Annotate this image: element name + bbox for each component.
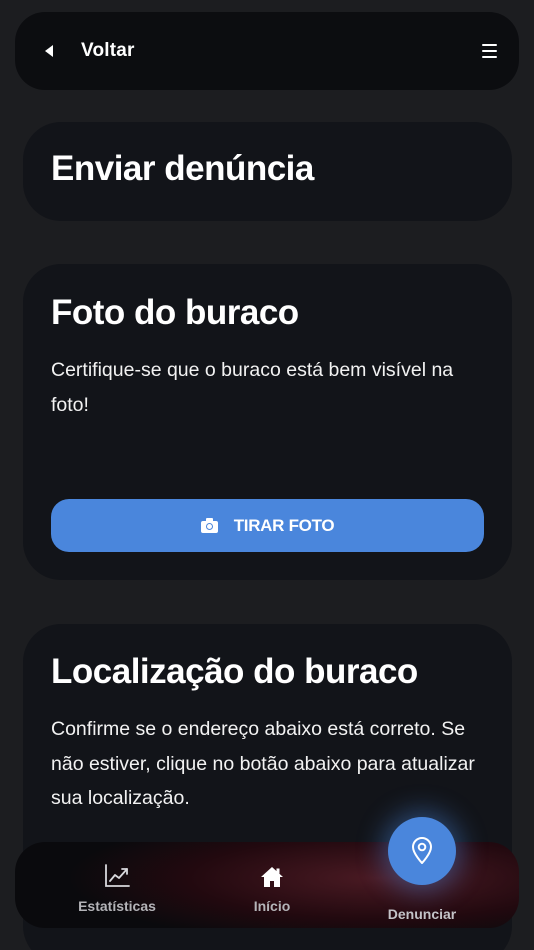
back-arrow-icon bbox=[45, 45, 53, 57]
nav-item-statistics-label: Estatísticas bbox=[78, 898, 156, 914]
location-section-title: Localização do buraco bbox=[51, 652, 418, 691]
location-section-description: Confirme se o endereço abaixo está corre… bbox=[51, 718, 475, 809]
page-title-card: Enviar denúncia bbox=[23, 122, 512, 221]
chart-icon bbox=[105, 864, 130, 887]
camera-icon bbox=[200, 517, 218, 533]
page-title: Enviar denúncia bbox=[51, 149, 314, 188]
report-fab-button[interactable] bbox=[388, 817, 456, 885]
back-button[interactable]: Voltar bbox=[45, 36, 135, 66]
take-photo-button-label: TIRAR FOTO bbox=[233, 515, 335, 535]
screen: Voltar Enviar denúncia Foto do buraco Ce… bbox=[0, 0, 534, 950]
home-icon bbox=[261, 867, 283, 887]
nav-item-home[interactable]: Início bbox=[207, 858, 337, 914]
nav-item-home-label: Início bbox=[253, 898, 291, 914]
location-pin-icon bbox=[412, 837, 432, 864]
take-photo-button[interactable]: TIRAR FOTO bbox=[51, 499, 484, 552]
back-button-label: Voltar bbox=[81, 40, 135, 61]
nav-item-statistics[interactable]: Estatísticas bbox=[52, 858, 182, 914]
photo-section: Foto do buraco Certifique-se que o burac… bbox=[23, 264, 512, 580]
nav-item-report-label: Denunciar bbox=[387, 906, 457, 922]
hamburger-menu-icon[interactable] bbox=[482, 44, 497, 58]
top-bar: Voltar bbox=[15, 12, 519, 90]
photo-section-description: Certifique-se que o buraco está bem visí… bbox=[51, 359, 454, 416]
photo-section-title: Foto do buraco bbox=[51, 293, 299, 332]
